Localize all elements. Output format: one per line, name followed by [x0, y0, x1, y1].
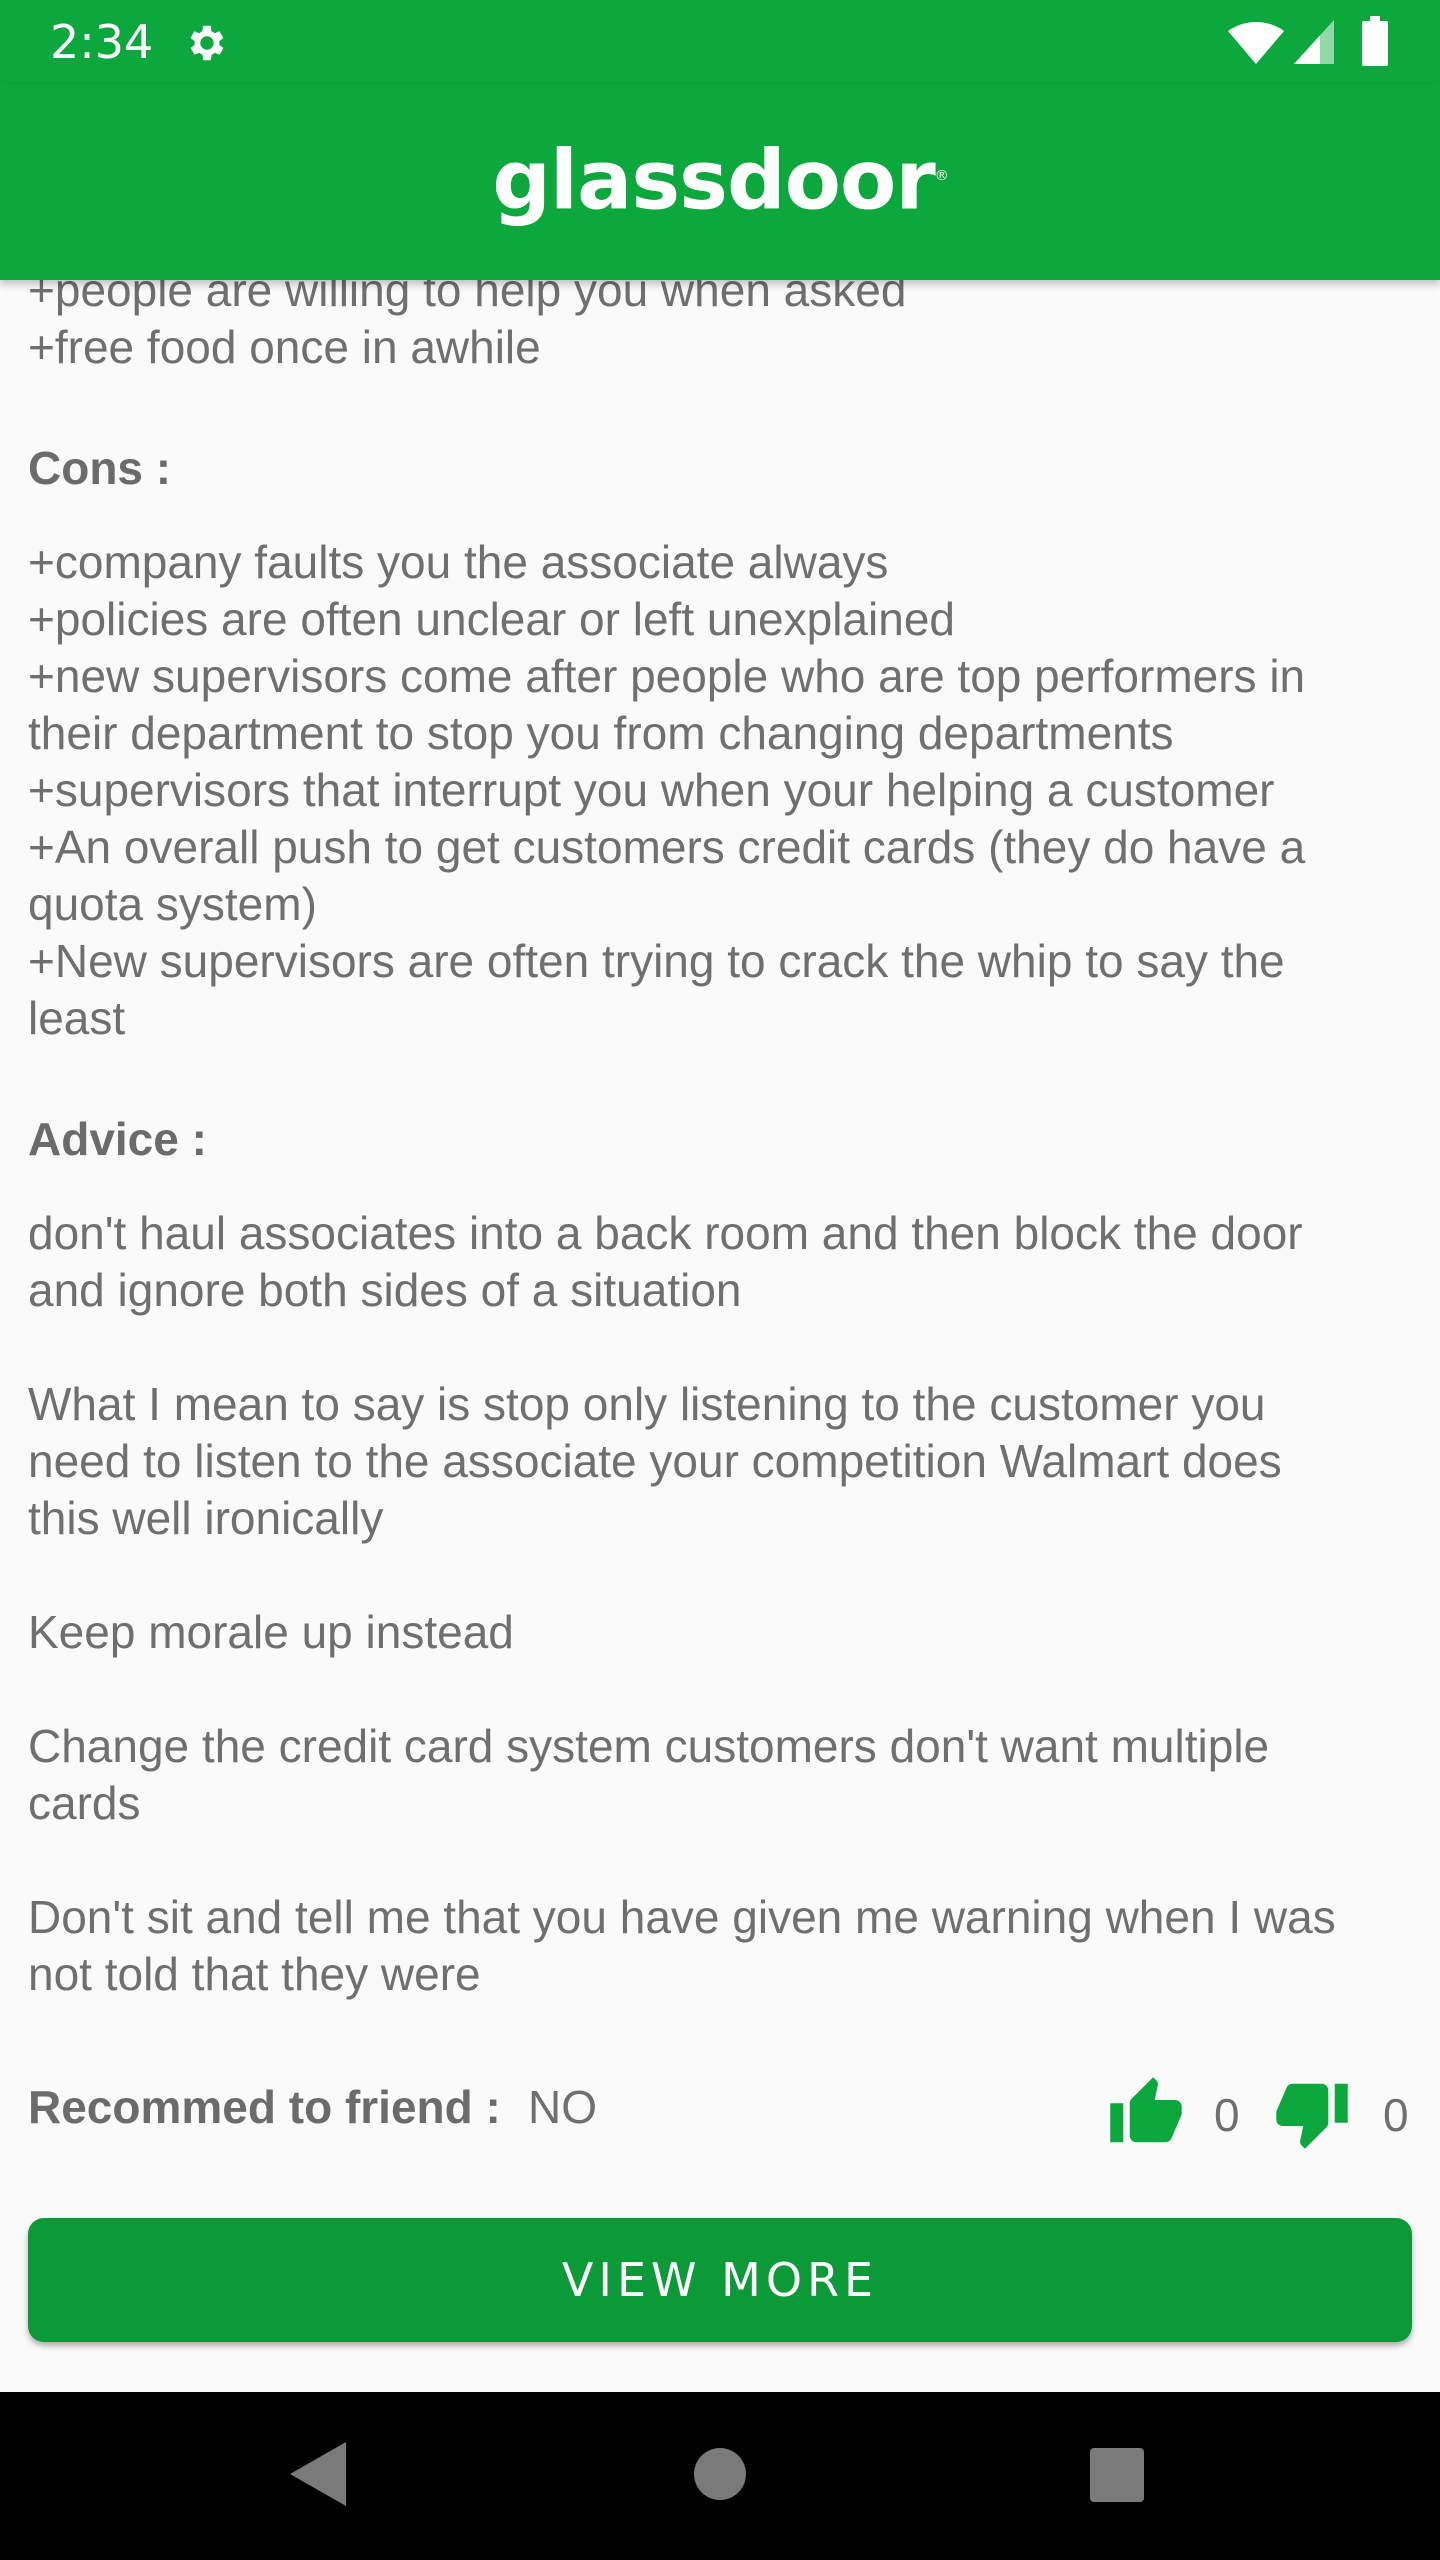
advice-line: Don't sit and tell me that you have give… — [28, 1891, 1336, 1943]
recommend-row: Recommed to friend : NO 0 0 — [28, 2074, 1418, 2149]
advice-line: not told that they were — [28, 1948, 481, 2000]
battery-icon — [1362, 16, 1388, 66]
cons-line: their department to stop you from changi… — [28, 707, 1174, 759]
cons-line: +policies are often unclear or left unex… — [28, 593, 955, 645]
wifi-icon — [1228, 22, 1284, 64]
advice-heading: Advice : — [28, 1113, 207, 1165]
gear-icon — [190, 25, 224, 61]
cons-line: quota system) — [28, 878, 317, 930]
advice-line: Change the credit card system customers … — [28, 1720, 1270, 1772]
cons-line: +supervisors that interrupt you when you… — [28, 764, 1275, 816]
advice-paragraph: don't haul associates into a back room a… — [28, 1205, 1418, 1319]
view-more-button[interactable]: VIEW MORE — [28, 2218, 1412, 2342]
thumbs-down-icon[interactable] — [1272, 2074, 1352, 2152]
advice-line: need to listen to the associate your com… — [28, 1435, 1282, 1487]
cons-heading: Cons : — [28, 442, 172, 494]
advice-paragraph: Keep morale up instead — [28, 1604, 1418, 1661]
signal-icon — [1294, 20, 1334, 64]
cons-line: +new supervisors come after people who a… — [28, 650, 1306, 702]
recents-icon[interactable] — [1090, 2448, 1144, 2502]
back-icon[interactable] — [290, 2442, 346, 2506]
advice-paragraph: Change the credit card system customers … — [28, 1718, 1418, 1832]
status-bar: 2:34 — [0, 0, 1440, 84]
cons-line: +New supervisors are often trying to cra… — [28, 935, 1285, 987]
cons-line: least — [28, 992, 126, 1044]
home-icon[interactable] — [694, 2448, 746, 2500]
review-content: +people are willing to help you when ask… — [28, 264, 1418, 2003]
not-helpful-count: 0 — [1383, 2089, 1409, 2141]
navigation-bar — [0, 2392, 1440, 2560]
cons-text: +company faults you the associate always… — [28, 534, 1418, 1047]
app-bar: glassdoor® — [0, 84, 1440, 280]
advice-line: and ignore both sides of a situation — [28, 1264, 742, 1316]
advice-paragraph: What I mean to say is stop only listenin… — [28, 1376, 1418, 1547]
advice-paragraph: Don't sit and tell me that you have give… — [28, 1889, 1418, 2003]
advice-text: don't haul associates into a back room a… — [28, 1205, 1418, 2003]
advice-line: What I mean to say is stop only listenin… — [28, 1378, 1266, 1430]
logo-registered-mark: ® — [934, 168, 949, 184]
advice-line: don't haul associates into a back room a… — [28, 1207, 1303, 1259]
helpful-count: 0 — [1214, 2089, 1240, 2141]
pros-line: +free food once in awhile — [28, 321, 541, 373]
advice-line: Keep morale up instead — [28, 1606, 514, 1658]
cons-line: +company faults you the associate always — [28, 536, 889, 588]
status-time: 2:34 — [50, 15, 154, 69]
recommend-label: Recommed to friend : — [28, 2081, 501, 2133]
recommend-value: NO — [528, 2081, 597, 2133]
logo-text: glassdoor — [492, 133, 936, 229]
cons-line: +An overall push to get customers credit… — [28, 821, 1306, 873]
advice-line: this well ironically — [28, 1492, 384, 1544]
glassdoor-logo: glassdoor® — [0, 126, 1440, 231]
advice-line: cards — [28, 1777, 141, 1829]
thumbs-up-icon[interactable] — [1106, 2074, 1186, 2152]
